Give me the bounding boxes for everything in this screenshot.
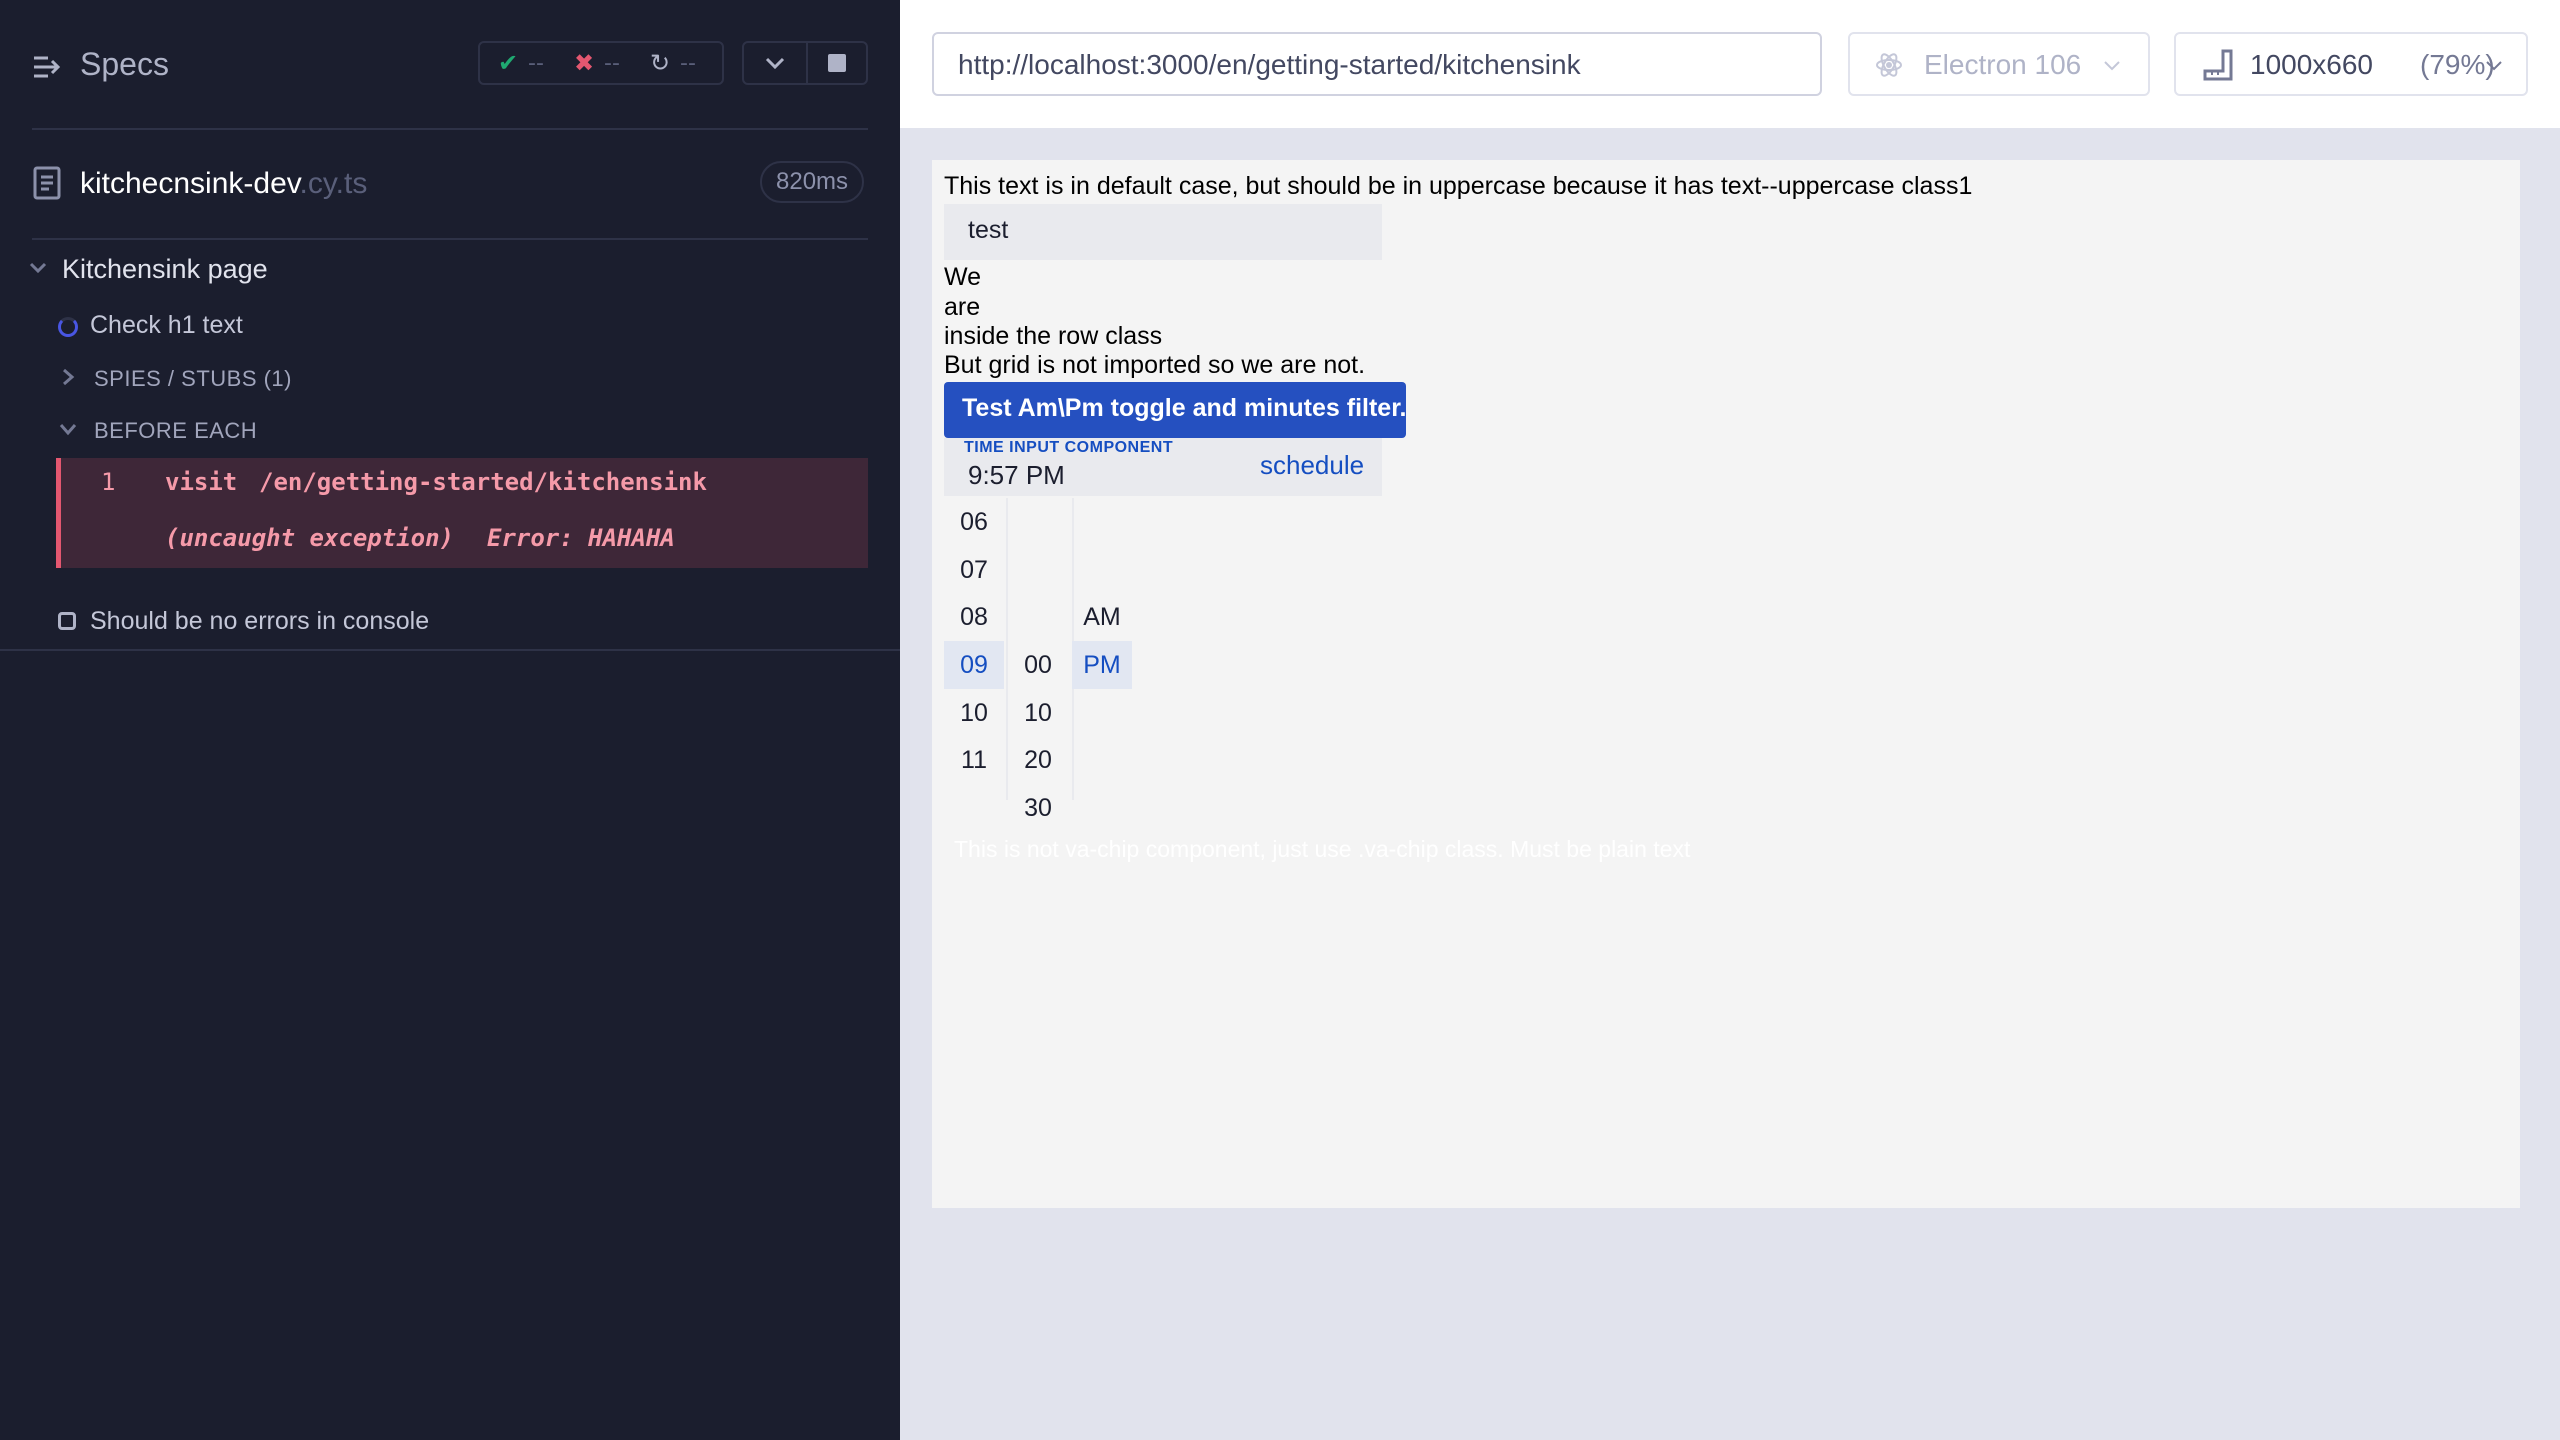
electron-icon [1876, 53, 1902, 77]
input-value: test [968, 216, 1009, 244]
document-icon [33, 166, 61, 200]
chevron-down-icon [2104, 61, 2120, 71]
time-input-label: TIME INPUT COMPONENT [964, 439, 1174, 456]
reporter-panel: Specs ✔ -- ✖ -- ↻ -- kitchecnsink-dev.cy… [0, 0, 900, 1440]
spec-name: kitchecnsink-dev [80, 167, 300, 200]
chevron-down-icon [2486, 61, 2502, 71]
schedule-icon[interactable]: schedule [1260, 450, 1364, 481]
minute-option[interactable]: 20 [1008, 736, 1068, 784]
before-each-hook[interactable]: BEFORE EACH [94, 418, 257, 444]
pending-count: -- [680, 51, 696, 76]
ampm-toggle-button[interactable]: Test Am\Pm toggle and minutes filter. [944, 382, 1407, 438]
test-title[interactable]: Check h1 text [90, 311, 243, 340]
command-message: /en/getting-started/kitchensink [259, 468, 707, 496]
hour-option[interactable]: 11 [944, 736, 1004, 784]
failed-icon: ✖ [574, 49, 595, 77]
chevron-right-icon[interactable] [60, 368, 76, 386]
minute-option[interactable]: 30 [1008, 784, 1068, 832]
suite-title[interactable]: Kitchensink page [62, 254, 268, 285]
url-text: http://localhost:3000/en/getting-started… [958, 49, 1581, 80]
expand-all-button[interactable] [744, 43, 806, 83]
time-input-value: 9:57 PM [968, 460, 1065, 490]
passed-icon: ✔ [498, 49, 519, 77]
failed-count: -- [604, 51, 620, 76]
pending-icon: ↻ [650, 49, 671, 77]
aut-header: http://localhost:3000/en/getting-started… [900, 0, 2560, 128]
stop-button[interactable] [808, 43, 866, 83]
error-message: Error: HAHAHA [487, 524, 675, 552]
row-line: inside the row class [944, 322, 1163, 350]
row-line: But grid is not imported so we are not. [944, 351, 1366, 379]
chevron-down-icon [765, 57, 785, 70]
viewport-ruler-icon [2203, 49, 2233, 81]
hour-option[interactable]: 06 [944, 498, 1004, 546]
running-spinner-icon [58, 317, 78, 337]
uppercase-text: This text is in default case, but should… [944, 172, 1973, 200]
command-log-row[interactable]: 1 visit /en/getting-started/kitchensink … [56, 458, 868, 568]
spec-extension: .cy.ts [299, 167, 368, 200]
button-label: Test Am\Pm toggle and minutes filter. [962, 394, 1407, 422]
row-line: are [944, 293, 981, 321]
hour-option[interactable]: 10 [944, 689, 1004, 737]
hour-option-selected[interactable]: 09 [944, 641, 1004, 689]
minute-option[interactable]: 00 [1008, 641, 1068, 689]
passed-count: -- [528, 51, 544, 76]
url-bar[interactable]: http://localhost:3000/en/getting-started… [932, 32, 1822, 96]
row-line: We [944, 263, 982, 291]
browser-name: Electron 106 [1924, 49, 2082, 80]
specs-title[interactable]: Specs [80, 46, 169, 83]
browser-selector[interactable]: Electron 106 [1848, 32, 2150, 96]
run-controls [742, 41, 868, 85]
minute-option[interactable]: 10 [1008, 689, 1068, 737]
duration-badge: 820ms [760, 161, 865, 203]
test-title[interactable]: Should be no errors in console [90, 607, 429, 636]
specs-list-toggle-icon[interactable] [32, 52, 62, 82]
chevron-down-icon[interactable] [58, 422, 78, 438]
time-input[interactable]: TIME INPUT COMPONENT 9:57 PM schedule [944, 438, 1382, 496]
divider [0, 649, 900, 651]
period-option-selected[interactable]: PM [1072, 641, 1132, 689]
hour-option[interactable]: 07 [944, 546, 1004, 594]
test-input[interactable]: test [944, 204, 1382, 260]
divider [32, 238, 868, 240]
chevron-down-icon[interactable] [28, 258, 48, 278]
period-option[interactable]: AM [1072, 593, 1132, 641]
viewport-selector[interactable]: 1000x660 (79%) [2174, 32, 2528, 96]
command-number: 1 [101, 468, 116, 496]
pending-test-icon [58, 612, 76, 630]
spies-stubs-toggle[interactable]: SPIES / STUBS (1) [94, 366, 292, 392]
command-name: visit [165, 468, 238, 496]
plain-chip-text: This is not va-chip component, just use … [954, 836, 1691, 862]
divider [32, 128, 868, 130]
test-stats: ✔ -- ✖ -- ↻ -- [478, 41, 724, 85]
spec-file-name[interactable]: kitchecnsink-dev.cy.ts [80, 167, 367, 201]
app-under-test-frame: This text is in default case, but should… [932, 160, 2520, 1208]
uncaught-exception-label: (uncaught exception) [165, 524, 454, 552]
stop-icon [828, 54, 846, 72]
viewport-size: 1000x660 [2250, 49, 2374, 80]
hour-option[interactable]: 08 [944, 593, 1004, 641]
